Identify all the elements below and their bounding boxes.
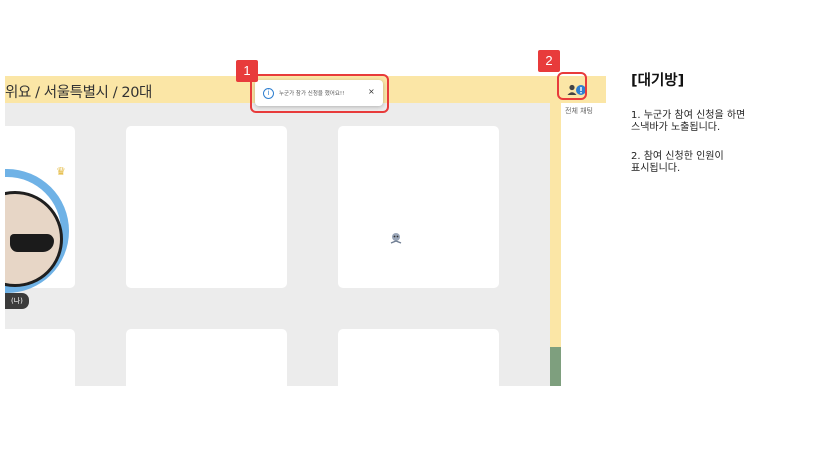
participant-card-empty[interactable] [338, 126, 499, 288]
scroll-track[interactable] [550, 103, 561, 386]
participant-grid: ♛ (나) [5, 103, 550, 386]
note-2: 2. 참여 신청한 인원이 표시됩니다. [631, 151, 724, 174]
participant-card-empty[interactable] [5, 329, 75, 386]
participant-card-empty[interactable] [338, 329, 499, 386]
sunglasses-icon [10, 234, 54, 252]
scroll-thumb[interactable] [550, 347, 561, 386]
crown-icon: ♛ [56, 165, 66, 178]
room-title: 위요 / 서울특별시 / 20대 [5, 85, 152, 101]
panel-title: [대기방] [631, 73, 685, 89]
waiting-room-screen: 위요 / 서울특별시 / 20대 ♛ (나) 전체 채팅 [5, 72, 606, 386]
me-tag: (나) [5, 293, 29, 309]
highlight-box-snackbar [250, 74, 389, 113]
note-1: 1. 누군가 참여 신청을 하면 스낵바가 노출됩니다. [631, 110, 746, 133]
annotation-badge-2: 2 [538, 50, 560, 72]
chat-side-panel: 전체 채팅 [561, 76, 606, 386]
participant-card-empty[interactable] [126, 329, 287, 386]
participant-card-empty[interactable] [126, 126, 287, 288]
loading-character-icon [390, 233, 402, 244]
all-chat-tab[interactable]: 전체 채팅 [565, 106, 593, 116]
highlight-box-applicants [557, 72, 587, 100]
annotation-badge-1: 1 [236, 60, 258, 82]
